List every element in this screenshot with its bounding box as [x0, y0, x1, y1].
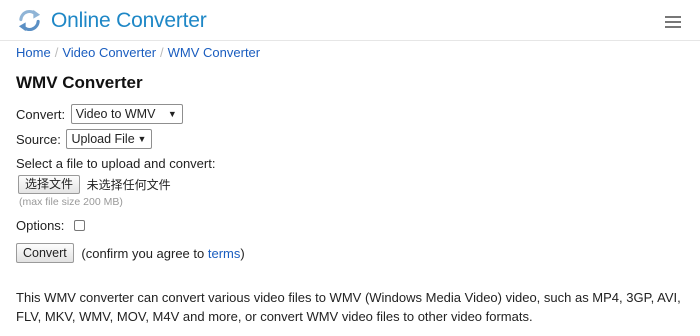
file-input: 选择文件 未选择任何文件	[18, 175, 171, 194]
hamburger-menu-icon[interactable]	[665, 16, 681, 29]
convert-type-value: Video to WMV	[75, 107, 156, 121]
convert-type-select[interactable]: Video to WMV ▼	[70, 104, 183, 124]
breadcrumb-separator: /	[160, 45, 164, 60]
breadcrumb-home[interactable]: Home	[16, 45, 51, 60]
breadcrumb-wmv-converter[interactable]: WMV Converter	[168, 45, 260, 60]
convert-row: Convert: Video to WMV ▼	[16, 104, 183, 124]
convert-button[interactable]: Convert	[16, 243, 74, 263]
confirm-prefix: (confirm you agree to	[81, 245, 208, 261]
breadcrumb-separator: /	[54, 45, 59, 60]
terms-confirmation: (confirm you agree to terms)	[81, 246, 244, 261]
options-label: Options:	[16, 218, 65, 234]
breadcrumb: Home / Video Converter / WMV Converter	[16, 45, 260, 61]
max-size-hint: (max file size 200 MB)	[19, 196, 123, 208]
convert-label: Convert:	[16, 106, 66, 122]
refresh-arrows-icon[interactable]	[17, 8, 42, 33]
breadcrumb-video-converter[interactable]: Video Converter	[62, 45, 156, 60]
source-label: Source:	[16, 131, 61, 147]
source-row: Source: Upload File ▼	[16, 129, 153, 149]
file-status: 未选择任何文件	[86, 178, 171, 192]
dropdown-arrow-icon: ▼	[137, 134, 147, 144]
brand-name[interactable]: Online Converter	[51, 8, 207, 34]
dropdown-arrow-icon: ▼	[167, 109, 177, 119]
page-title: WMV Converter	[16, 73, 143, 92]
terms-link[interactable]: terms	[208, 246, 241, 261]
options-checkbox[interactable]	[74, 220, 86, 232]
options-row: Options:	[16, 217, 86, 234]
source-select[interactable]: Upload File ▼	[66, 129, 153, 149]
confirm-suffix: )	[240, 245, 245, 261]
convert-action-row: Convert (confirm you agree to terms)	[16, 243, 245, 263]
site-header: Online Converter	[0, 0, 700, 41]
select-file-prompt: Select a file to upload and convert:	[16, 156, 216, 171]
source-value: Upload File	[71, 132, 135, 146]
choose-file-button[interactable]: 选择文件	[18, 175, 81, 194]
converter-description: This WMV converter can convert various v…	[16, 290, 681, 324]
